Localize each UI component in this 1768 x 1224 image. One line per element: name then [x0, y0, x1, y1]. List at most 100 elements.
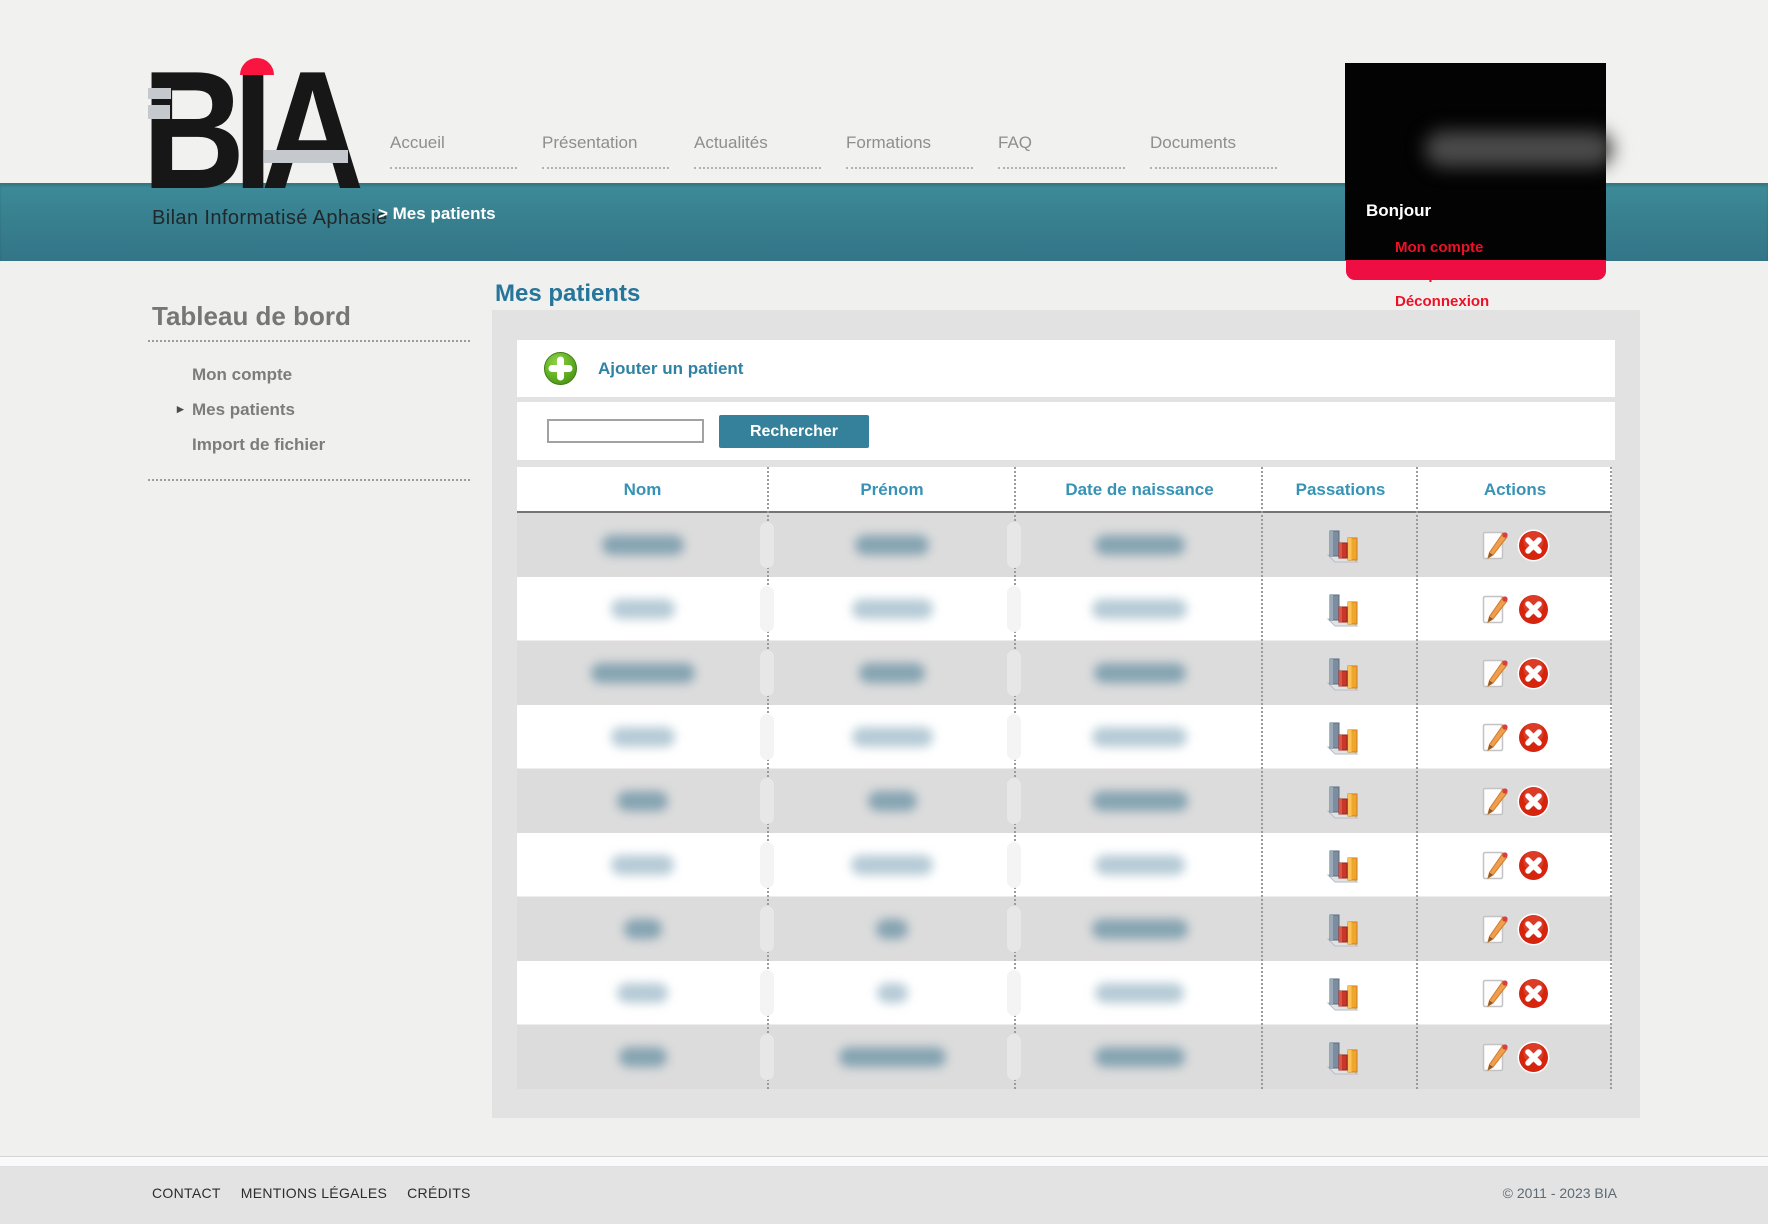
bar-chart-icon[interactable]	[1322, 781, 1360, 821]
redacted-nom-text	[623, 919, 662, 939]
delete-icon[interactable]	[1517, 1041, 1550, 1074]
table-row	[517, 1025, 1612, 1089]
patient-date-cell	[1016, 641, 1263, 705]
sidebar-item[interactable]: Mon compte	[148, 365, 470, 400]
logo-gray-bar	[148, 88, 171, 99]
delete-icon[interactable]	[1517, 849, 1550, 882]
edit-icon[interactable]	[1481, 977, 1509, 1009]
sidebar-title: Tableau de bord	[152, 301, 351, 331]
delete-icon[interactable]	[1517, 785, 1550, 818]
patient-date-cell	[1016, 769, 1263, 833]
passations-cell	[1263, 897, 1418, 961]
redacted-date-text	[1094, 535, 1185, 555]
nav-item[interactable]: FAQ	[998, 133, 1125, 169]
divider	[148, 479, 470, 481]
main-nav: Accueil Présentation Actualités Formatio…	[390, 133, 1302, 169]
actions-cell	[1418, 513, 1612, 577]
edit-icon[interactable]	[1481, 785, 1509, 817]
delete-icon[interactable]	[1517, 721, 1550, 754]
bar-chart-icon[interactable]	[1322, 909, 1360, 949]
nav-item[interactable]: Actualités	[694, 133, 821, 169]
page-title: Mes patients	[495, 280, 641, 307]
user-menu-item[interactable]: Mon compte	[1395, 239, 1489, 256]
delete-icon[interactable]	[1517, 913, 1550, 946]
edit-icon[interactable]	[1481, 593, 1509, 625]
patient-nom-cell	[517, 641, 768, 705]
passations-cell	[1263, 961, 1418, 1025]
redacted-nom-text	[590, 663, 695, 683]
nav-item[interactable]: Formations	[846, 133, 973, 169]
sidebar-item[interactable]: Import de fichier	[148, 435, 470, 470]
redacted-nom-text	[617, 791, 668, 811]
patient-nom-cell	[517, 513, 768, 577]
patient-date-cell	[1016, 961, 1263, 1025]
column-header: Date de naissance	[1065, 480, 1214, 499]
add-patient-bar: Ajouter un patient	[517, 340, 1615, 397]
bar-chart-icon[interactable]	[1322, 845, 1360, 885]
patient-nom-cell	[517, 833, 768, 897]
patient-date-cell	[1016, 577, 1263, 641]
table-body	[517, 513, 1612, 1089]
bar-chart-icon[interactable]	[1322, 589, 1360, 629]
passations-cell	[1263, 833, 1418, 897]
edit-icon[interactable]	[1481, 657, 1509, 689]
redacted-prenom-text	[876, 983, 908, 1003]
divider	[148, 340, 470, 342]
sidebar-item[interactable]: ▸ Mes patients	[148, 400, 470, 435]
redacted-nom-text	[617, 983, 668, 1003]
plus-circle-icon[interactable]	[543, 351, 578, 386]
logo-gray-bar	[148, 105, 170, 119]
user-menu-red-bar	[1346, 260, 1606, 280]
nav-item[interactable]: Documents	[1150, 133, 1277, 169]
bar-chart-icon[interactable]	[1322, 717, 1360, 757]
column-header: Nom	[623, 480, 662, 499]
nav-item[interactable]: Présentation	[542, 133, 669, 169]
copyright: © 2011 - 2023 BIA	[1502, 1185, 1617, 1201]
footer-links: CONTACT MENTIONS LÉGALES CRÉDITS	[152, 1185, 471, 1201]
actions-cell	[1418, 705, 1612, 769]
redacted-prenom-text	[855, 535, 929, 555]
bar-chart-icon[interactable]	[1322, 525, 1360, 565]
redacted-date-text	[1094, 1047, 1185, 1067]
edit-icon[interactable]	[1481, 913, 1509, 945]
search-button[interactable]: Rechercher	[719, 415, 869, 448]
delete-icon[interactable]	[1517, 657, 1550, 690]
patient-prenom-cell	[768, 1025, 1016, 1089]
edit-icon[interactable]	[1481, 849, 1509, 881]
footer-link[interactable]: CRÉDITS	[407, 1185, 471, 1201]
edit-icon[interactable]	[1481, 529, 1509, 561]
edit-icon[interactable]	[1481, 721, 1509, 753]
redacted-prenom-text	[851, 727, 933, 747]
delete-icon[interactable]	[1517, 529, 1550, 562]
table-row	[517, 769, 1612, 833]
redacted-nom-text	[610, 727, 675, 747]
passations-cell	[1263, 705, 1418, 769]
column-header: Actions	[1483, 480, 1547, 499]
patient-nom-cell	[517, 705, 768, 769]
bar-chart-icon[interactable]	[1322, 973, 1360, 1013]
table-row	[517, 897, 1612, 961]
patient-nom-cell	[517, 961, 768, 1025]
passations-cell	[1263, 577, 1418, 641]
redacted-nom-text	[618, 1047, 667, 1067]
patient-date-cell	[1016, 705, 1263, 769]
bar-chart-icon[interactable]	[1322, 653, 1360, 693]
passations-cell	[1263, 513, 1418, 577]
redacted-prenom-text	[851, 599, 933, 619]
edit-icon[interactable]	[1481, 1041, 1509, 1073]
passations-cell	[1263, 769, 1418, 833]
delete-icon[interactable]	[1517, 977, 1550, 1010]
add-patient-button[interactable]: Ajouter un patient	[598, 340, 743, 397]
redacted-prenom-text	[876, 919, 908, 939]
redacted-nom-text	[611, 855, 674, 875]
patients-table: Nom Prénom Date de naissance Passations …	[517, 467, 1612, 1089]
bar-chart-icon[interactable]	[1322, 1037, 1360, 1077]
user-menu: Bonjour Mon compte Mes patients Déconnex…	[1345, 63, 1613, 310]
user-menu-item[interactable]: Déconnexion	[1395, 293, 1489, 310]
patient-date-cell	[1016, 833, 1263, 897]
nav-item[interactable]: Accueil	[390, 133, 517, 169]
delete-icon[interactable]	[1517, 593, 1550, 626]
search-input[interactable]	[547, 419, 704, 443]
footer-link[interactable]: MENTIONS LÉGALES	[241, 1185, 387, 1201]
footer-link[interactable]: CONTACT	[152, 1185, 221, 1201]
